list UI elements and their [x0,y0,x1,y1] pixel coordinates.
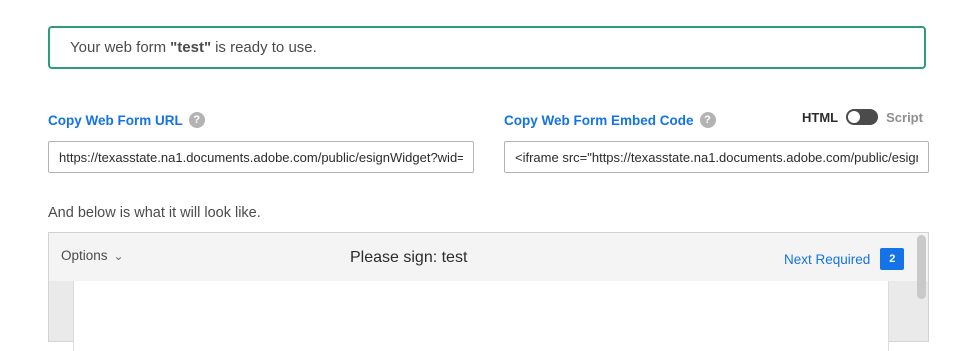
chevron-down-icon[interactable]: ⌄ [114,249,124,263]
question-circle-icon[interactable]: ? [188,112,205,128]
next-required-button[interactable]: Next Required 2 [784,248,905,270]
banner-suffix: is ready to use. [215,39,317,56]
html-script-switch[interactable] [846,109,879,125]
copy-embed-label[interactable]: Copy Web Form Embed Code ? [504,112,716,128]
next-required-label[interactable]: Next Required [784,252,870,267]
options-label[interactable]: Options [61,248,108,263]
success-banner: Your web form "test" is ready to use. [48,26,926,69]
copy-url-label-text[interactable]: Copy Web Form URL [48,113,183,128]
embed-format-toggle[interactable]: HTML Script [802,109,923,125]
toggle-script-label[interactable]: Script [886,110,923,125]
banner-prefix: Your web form [70,39,167,56]
preview-scrollbar[interactable] [917,235,926,299]
preview-title: Please sign: test [350,249,468,266]
document-area [49,281,928,351]
switch-knob [848,111,861,123]
banner-form-name: "test" [170,39,212,56]
document-page [73,281,889,351]
next-required-count: 2 [880,248,905,270]
preview-caption: And below is what it will look like. [48,205,261,221]
question-circle-icon[interactable]: ? [699,112,716,128]
copy-embed-label-text[interactable]: Copy Web Form Embed Code [504,113,694,128]
web-form-url-field[interactable] [48,141,474,173]
embed-code-field[interactable] [504,141,929,173]
form-preview: Options ⌄ Please sign: test Next Require… [48,232,929,351]
options-button[interactable]: Options ⌄ [61,248,124,263]
preview-toolbar: Options ⌄ Please sign: test Next Require… [49,233,928,282]
copy-url-label[interactable]: Copy Web Form URL ? [48,112,205,128]
toggle-html-label[interactable]: HTML [802,110,838,125]
